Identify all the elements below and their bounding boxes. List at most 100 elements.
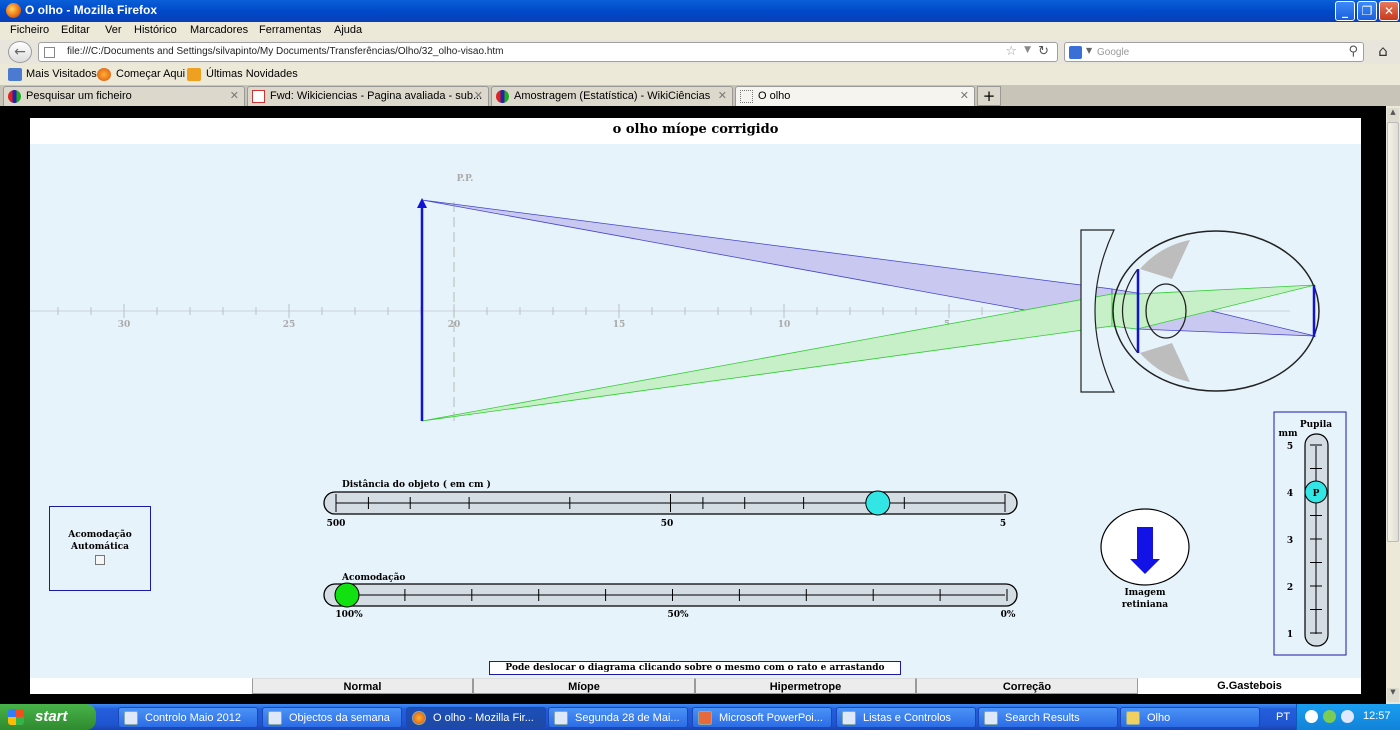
window-icon	[268, 711, 282, 725]
object-arrow-head	[417, 198, 427, 208]
menu-ver[interactable]: Ver	[105, 24, 122, 36]
menu-ajuda[interactable]: Ajuda	[334, 24, 362, 36]
tray-arrow-icon[interactable]	[1305, 710, 1318, 723]
normal-button[interactable]: Normal	[252, 678, 473, 694]
bookmarks-toolbar: Mais Visitados Começar Aqui Últimas Novi…	[0, 64, 1400, 85]
page-content: o olho míope corrigido 30 25 20 15 10 5 …	[0, 106, 1400, 704]
firefox-icon	[6, 3, 21, 18]
tab-amostragem[interactable]: Amostragem (Estatística) - WikiCiências …	[491, 86, 733, 106]
scroll-thumb[interactable]	[1387, 122, 1399, 542]
axis-label-10: 10	[778, 320, 791, 330]
axis-label-30: 30	[118, 320, 131, 330]
retinal-arrow-shaft	[1137, 527, 1153, 561]
most-visited-icon	[8, 68, 22, 81]
hipermetrope-button[interactable]: Hipermetrope	[695, 678, 916, 694]
url-text[interactable]: file:///C:/Documents and Settings/silvap…	[67, 46, 504, 57]
new-tab-button[interactable]: +	[977, 86, 1001, 106]
tab-pesquisar[interactable]: Pesquisar um ficheiro ✕	[3, 86, 245, 106]
home-icon[interactable]: ⌂	[1372, 42, 1394, 62]
close-tab-icon[interactable]: ✕	[474, 89, 483, 102]
taskbar-item-segunda[interactable]: Segunda 28 de Mai...	[548, 707, 688, 728]
window-icon	[124, 711, 138, 725]
windows-taskbar: start Controlo Maio 2012 Objectos da sem…	[0, 704, 1400, 730]
applet-title: o olho míope corrigido	[612, 122, 779, 137]
tab-bar: Pesquisar um ficheiro ✕ Fwd: Wikiciencia…	[0, 85, 1400, 106]
taskbar-item-o-olho[interactable]: O olho - Mozilla Fir...	[406, 707, 546, 728]
close-button[interactable]: ✕	[1379, 1, 1399, 21]
taskbar-item-controlo[interactable]: Controlo Maio 2012	[118, 707, 258, 728]
word-icon	[554, 711, 568, 725]
accommodation-tick-100: 100%	[335, 610, 363, 620]
reload-icon[interactable]: ↻	[1038, 44, 1049, 59]
firefox-icon	[412, 711, 426, 725]
wiki-icon	[496, 90, 509, 103]
mail-icon[interactable]	[1341, 710, 1354, 723]
language-indicator[interactable]: PT	[1276, 708, 1296, 726]
search-engine-dropdown-icon[interactable]: ▼	[1086, 46, 1092, 55]
pupil-scale-2: 2	[1287, 583, 1293, 593]
taskbar-item-olho-folder[interactable]: Olho	[1120, 707, 1260, 728]
pupil-unit: mm	[1278, 429, 1298, 439]
taskbar-item-listas[interactable]: Listas e Controlos	[836, 707, 976, 728]
back-button[interactable]: ←	[8, 41, 32, 63]
correcao-button[interactable]: Correção	[916, 678, 1138, 694]
auto-accommodation-checkbox[interactable]	[95, 555, 105, 565]
menu-marcadores[interactable]: Marcadores	[190, 24, 248, 36]
bookmark-star-icon[interactable]: ☆	[1005, 44, 1017, 59]
vertical-scrollbar[interactable]: ▲ ▼	[1386, 106, 1400, 704]
optics-diagram[interactable]: 30 25 20 15 10 5 P.P.	[30, 144, 1361, 678]
applet-nav: Normal Míope Hipermetrope Correção G.Gas…	[30, 678, 1361, 694]
navigation-toolbar: ← file:///C:/Documents and Settings/silv…	[0, 40, 1400, 64]
restore-button[interactable]: ❐	[1357, 1, 1377, 21]
menu-editar[interactable]: Editar	[61, 24, 90, 36]
minimize-button[interactable]: _	[1335, 1, 1355, 21]
drag-hint: Pode deslocar o diagrama clicando sobre …	[489, 661, 901, 675]
wiki-icon	[8, 90, 21, 103]
history-dropdown-icon[interactable]: ▼	[1024, 45, 1031, 55]
miope-button[interactable]: Míope	[473, 678, 695, 694]
taskbar-item-search[interactable]: Search Results	[978, 707, 1118, 728]
pupil-title: Pupila	[1300, 420, 1332, 430]
start-button[interactable]: start	[0, 704, 96, 730]
folder-icon	[1126, 711, 1140, 725]
axis-label-25: 25	[283, 320, 296, 330]
clock: 12:57	[1363, 710, 1391, 722]
taskbar-item-powerpoint[interactable]: Microsoft PowerPoi...	[692, 707, 832, 728]
scroll-up-icon[interactable]: ▲	[1387, 108, 1399, 122]
close-tab-icon[interactable]: ✕	[230, 89, 239, 102]
iris-upper	[1140, 240, 1190, 279]
bookmark-ultimas-novidades[interactable]: Últimas Novidades	[206, 68, 298, 80]
firefox-icon	[97, 68, 111, 81]
window-titlebar: O olho - Mozilla Firefox _ ❐ ✕	[0, 0, 1400, 22]
bookmark-comecar-aqui[interactable]: Começar Aqui	[116, 68, 185, 80]
pupil-scale-5: 5	[1287, 442, 1293, 452]
author-label: G.Gastebois	[1217, 680, 1282, 692]
search-bar[interactable]: ▼ Google ⚲	[1064, 42, 1364, 62]
close-tab-icon[interactable]: ✕	[960, 89, 969, 102]
tab-o-olho[interactable]: O olho ✕	[735, 86, 975, 106]
taskbar-item-objectos[interactable]: Objectos da semana	[262, 707, 402, 728]
bookmark-mais-visitados[interactable]: Mais Visitados	[26, 68, 97, 80]
menu-ferramentas[interactable]: Ferramentas	[259, 24, 321, 36]
menu-historico[interactable]: Histórico	[134, 24, 177, 36]
url-bar[interactable]: file:///C:/Documents and Settings/silvap…	[38, 42, 1058, 62]
window-icon	[842, 711, 856, 725]
accommodation-slider-handle[interactable]	[334, 582, 360, 608]
gmail-icon	[252, 90, 265, 103]
search-input[interactable]: Google	[1097, 47, 1129, 58]
pupil-scale-3: 3	[1287, 536, 1293, 546]
window-title: O olho - Mozilla Firefox	[25, 3, 157, 17]
menu-ficheiro[interactable]: Ficheiro	[10, 24, 49, 36]
network-icon[interactable]	[1323, 710, 1336, 723]
retinal-image-label-2: retiniana	[1122, 600, 1168, 610]
pp-label: P.P.	[457, 174, 474, 184]
close-tab-icon[interactable]: ✕	[718, 89, 727, 102]
distance-slider-handle[interactable]	[865, 490, 891, 516]
scroll-down-icon[interactable]: ▼	[1387, 688, 1399, 702]
windows-logo-icon	[8, 709, 24, 725]
pupil-scale-1: 1	[1287, 630, 1293, 640]
google-icon[interactable]	[1069, 46, 1082, 59]
system-tray: 12:57	[1296, 704, 1400, 730]
search-icon[interactable]: ⚲	[1348, 44, 1358, 59]
tab-fwd-wikiciencias[interactable]: Fwd: Wikiciencias - Pagina avaliada - su…	[247, 86, 489, 106]
